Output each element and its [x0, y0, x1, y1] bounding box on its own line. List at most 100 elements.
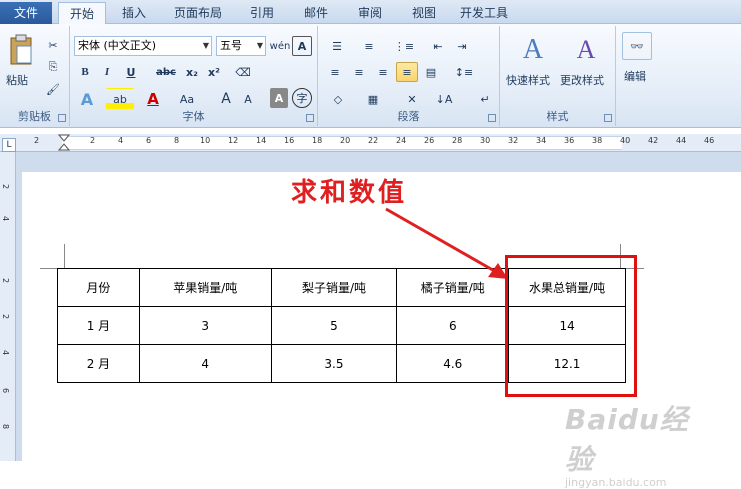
quick-styles-label[interactable]: 快速样式: [506, 72, 550, 88]
shading-icon[interactable]: ◇: [324, 88, 352, 110]
paragraph-launcher-icon[interactable]: [488, 114, 496, 122]
ruler-tick: 8: [1, 423, 11, 430]
font-size-combo[interactable]: 五号 ▼: [216, 36, 266, 56]
ruler-tick: 22: [368, 136, 379, 145]
line-spacing-icon[interactable]: ↕≡: [450, 62, 478, 82]
ruler-tick: 10: [200, 136, 211, 145]
table-header-cell[interactable]: 月份: [57, 268, 140, 307]
watermark: Baidu经验 jingyan.baidu.com: [565, 398, 715, 489]
vertical-ruler[interactable]: 2 4 2 2 4 6 8: [0, 152, 16, 461]
paste-icon[interactable]: [4, 30, 38, 70]
font-label: 字体: [182, 110, 205, 123]
font-launcher-icon[interactable]: [306, 114, 314, 122]
tab-file[interactable]: 文件: [0, 2, 52, 24]
table-header-cell[interactable]: 梨子销量/吨: [270, 268, 398, 307]
justify-icon[interactable]: ≡: [396, 62, 418, 82]
change-styles-label[interactable]: 更改样式: [560, 72, 604, 88]
table-cell[interactable]: 6: [396, 306, 510, 345]
edit-label[interactable]: 编辑: [624, 68, 646, 84]
margin-mark: [64, 244, 65, 268]
ruler-tick: 26: [424, 136, 435, 145]
align-right-icon[interactable]: ≡: [372, 62, 394, 82]
multilevel-list-icon[interactable]: ⋮≡: [390, 36, 418, 56]
change-styles-icon[interactable]: A: [562, 30, 610, 70]
text-effect-icon[interactable]: A: [76, 88, 98, 110]
table-cell[interactable]: 1 月: [57, 306, 140, 345]
table-cell[interactable]: 4.6: [396, 344, 510, 383]
chevron-down-icon: ▼: [202, 41, 209, 50]
chinese-layout-icon[interactable]: ✕: [398, 88, 426, 110]
tab-references[interactable]: 引用: [240, 2, 284, 24]
font-group: 宋体 (中文正文) ▼ 五号 ▼ wén A B I U abc x₂ x² ⌫ A…: [70, 26, 318, 126]
tab-home[interactable]: 开始: [58, 2, 106, 25]
tab-view[interactable]: 视图: [402, 2, 446, 24]
font-name-combo[interactable]: 宋体 (中文正文) ▼: [74, 36, 212, 56]
char-shading-icon[interactable]: A: [270, 88, 288, 108]
shrink-font-button[interactable]: A: [238, 88, 258, 110]
ruler-tick: 46: [704, 136, 715, 145]
table-cell[interactable]: 2 月: [57, 344, 140, 383]
tab-developer[interactable]: 开发工具: [452, 2, 516, 24]
cut-icon[interactable]: ✂: [44, 36, 62, 54]
paste-label[interactable]: 粘贴: [6, 72, 28, 88]
ruler-tick: 6: [1, 387, 11, 394]
table-cell[interactable]: 4: [138, 344, 272, 383]
bold-button[interactable]: B: [76, 62, 94, 82]
clear-format-icon[interactable]: ⌫: [232, 62, 254, 82]
edit-group: 👓 编辑: [616, 26, 658, 126]
styles-launcher-icon[interactable]: [604, 114, 612, 122]
styles-group: A 快速样式 A 更改样式 样式: [500, 26, 616, 126]
ruler-tick: 32: [508, 136, 519, 145]
clipboard-launcher-icon[interactable]: [58, 114, 66, 122]
ribbon: 粘贴 ✂ ⎘ 🖌 剪贴板 宋体 (中文正文) ▼ 五号 ▼ wén A B I U …: [0, 24, 741, 128]
align-center-icon[interactable]: ≡: [348, 62, 370, 82]
tab-page-layout[interactable]: 页面布局: [166, 2, 230, 24]
sort-icon[interactable]: ↓A: [434, 88, 454, 110]
phonetic-guide-icon[interactable]: wén: [270, 36, 291, 56]
grow-font-button[interactable]: A: [216, 88, 236, 110]
subscript-button[interactable]: x₂: [182, 62, 202, 82]
font-color-button[interactable]: A: [142, 88, 164, 110]
annotation-arrow-icon: [385, 207, 508, 279]
table-cell[interactable]: 5: [270, 306, 398, 345]
ruler-tick: 20: [340, 136, 351, 145]
italic-button[interactable]: I: [98, 62, 116, 82]
superscript-button[interactable]: x²: [204, 62, 224, 82]
table-cell[interactable]: 3: [138, 306, 272, 345]
tab-insert[interactable]: 插入: [112, 2, 156, 24]
horizontal-ruler[interactable]: 2 2 4 6 8 10 12 14 16 18 20 22 24 26 28 …: [0, 134, 741, 152]
indent-marker-icon[interactable]: [58, 134, 70, 152]
quick-styles-icon[interactable]: A: [508, 30, 558, 70]
underline-button[interactable]: U: [122, 62, 140, 82]
tab-mailings[interactable]: 邮件: [294, 2, 338, 24]
decrease-indent-icon[interactable]: ⇤: [428, 36, 448, 56]
ribbon-tabs: 文件 开始 插入 页面布局 引用 邮件 审阅 视图 开发工具: [0, 0, 741, 25]
highlight-icon[interactable]: ab: [106, 88, 134, 110]
numbering-icon[interactable]: ≡: [356, 36, 382, 56]
copy-icon[interactable]: ⎘: [44, 58, 62, 76]
distributed-icon[interactable]: ▤: [420, 62, 442, 82]
tab-selector-icon[interactable]: L: [2, 138, 16, 152]
font-size-value: 五号: [220, 39, 242, 52]
enclose-char-icon[interactable]: 字: [292, 88, 312, 108]
watermark-url: jingyan.baidu.com: [565, 476, 667, 489]
change-case-button[interactable]: Aa: [174, 88, 200, 110]
align-left-icon[interactable]: ≡: [324, 62, 346, 82]
ruler-tick: 6: [146, 136, 152, 145]
tab-review[interactable]: 审阅: [348, 2, 392, 24]
ruler-tick: 38: [592, 136, 603, 145]
highlight-box: [505, 255, 637, 397]
ruler-tick: 44: [676, 136, 687, 145]
borders-icon[interactable]: ▦: [358, 88, 388, 110]
increase-indent-icon[interactable]: ⇥: [452, 36, 472, 56]
table-cell[interactable]: 3.5: [270, 344, 398, 383]
show-marks-icon[interactable]: ↵: [476, 88, 494, 110]
ruler-tick: 36: [564, 136, 575, 145]
ruler-tick: 16: [284, 136, 295, 145]
bullets-icon[interactable]: ☰: [324, 36, 350, 56]
format-painter-icon[interactable]: 🖌: [44, 80, 62, 98]
char-border-icon[interactable]: A: [292, 36, 312, 56]
strikethrough-button[interactable]: abc: [154, 62, 178, 82]
table-header-cell[interactable]: 苹果销量/吨: [138, 268, 272, 307]
find-binoculars-icon[interactable]: 👓: [622, 32, 652, 60]
